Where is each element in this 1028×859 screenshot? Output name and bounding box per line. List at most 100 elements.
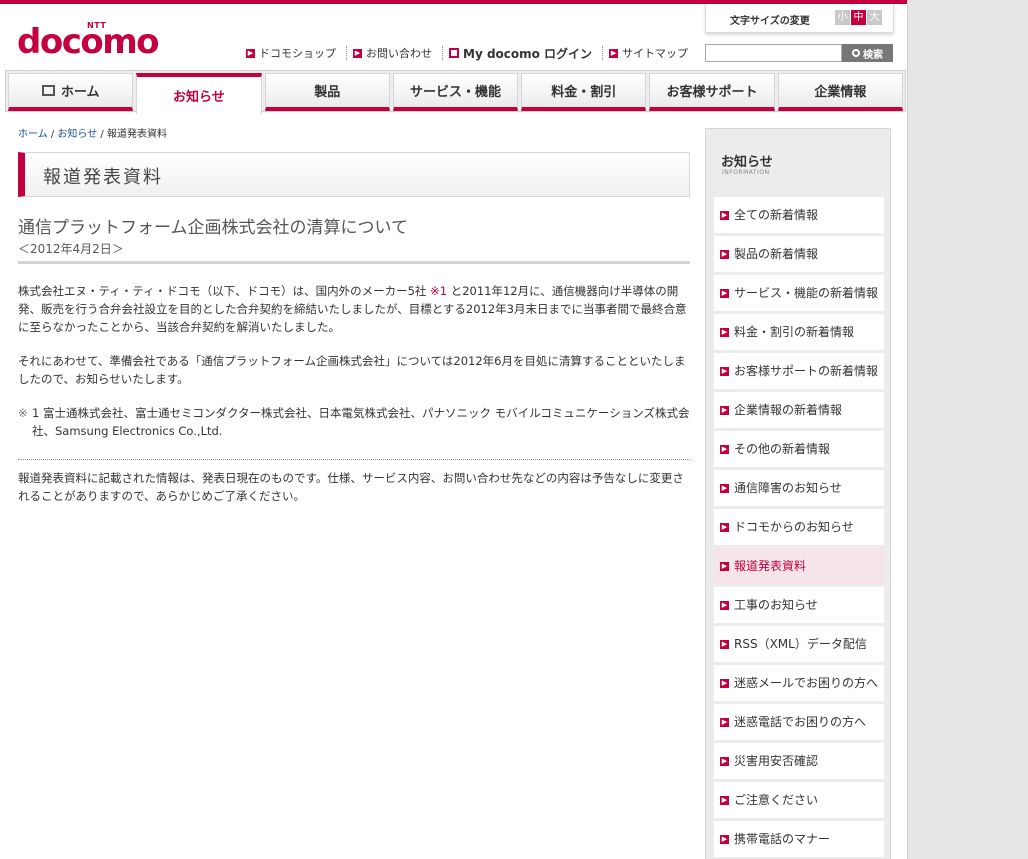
sidebar: お知らせ INFORMATION ▶ 全ての新着情報 ▶ 製品の新着情報 ▶ サービス・機…	[705, 128, 891, 859]
nav-tab-label: お知らせ	[173, 90, 225, 105]
docomo-logo[interactable]: NTT docomo	[17, 21, 160, 62]
arrow-right-icon: ▶	[720, 250, 729, 259]
font-size-medium-button[interactable]: 中	[851, 10, 866, 25]
sidebar-item[interactable]: ▶ 迷惑メールでお困りの方へ	[714, 665, 884, 704]
search-input[interactable]	[705, 44, 842, 62]
arrow-right-icon: ▶	[720, 289, 729, 298]
sidebar-subtitle: INFORMATION	[722, 169, 770, 176]
sidebar-item[interactable]: ▶ 製品の新着情報	[714, 236, 884, 275]
nav-tab-label: お客様サポート	[666, 85, 758, 100]
util-link-label: お問い合わせ	[366, 47, 432, 60]
sidebar-item-label: 工事のお知らせ	[734, 598, 818, 612]
sidebar-item-label: 迷惑メールでお困りの方へ	[734, 676, 879, 690]
sidebar-item-label: 携帯電話のマナー	[734, 832, 831, 846]
page-title: 報道発表資料	[43, 167, 163, 188]
article-paragraph-1: 株式会社エヌ・ティ・ティ・ドコモ（以下、ドコモ）は、国内外のメーカー5社 ※1 …	[18, 282, 690, 336]
util-link-mydocomo-login[interactable]: My docomo ログイン	[443, 46, 604, 61]
sidebar-item-label: 料金・割引の新着情報	[734, 325, 855, 339]
arrow-right-icon: ▶	[720, 679, 729, 688]
search-icon	[852, 49, 860, 57]
util-link-shop[interactable]: ▶ ドコモショップ	[240, 46, 347, 60]
sidebar-header: お知らせ INFORMATION	[706, 129, 890, 196]
sidebar-item[interactable]: ▶ 携帯電話のマナー	[714, 821, 884, 859]
sidebar-item[interactable]: ▶ その他の新着情報	[714, 431, 884, 470]
sidebar-list: ▶ 全ての新着情報 ▶ 製品の新着情報 ▶ サービス・機能の新着情報 ▶ 料金・割引の新着情報…	[714, 197, 884, 859]
sidebar-item[interactable]: ▶ 通信障害のお知らせ	[714, 470, 884, 509]
sidebar-item[interactable]: ▶ 料金・割引の新着情報	[714, 314, 884, 353]
nav-tab-label: 製品	[314, 85, 341, 100]
sidebar-item[interactable]: ▶ 迷惑電話でお困りの方へ	[714, 704, 884, 743]
sidebar-item[interactable]: ▶ ドコモからのお知らせ	[714, 509, 884, 548]
nav-tab-label: 料金・割引	[551, 85, 617, 100]
breadcrumb-home-link[interactable]: ホーム	[18, 129, 48, 140]
footnote-text: 1 富士通株式会社、富士通セミコンダクター株式会社、日本電気株式会社、パナソニッ…	[32, 406, 690, 438]
sidebar-item-label: 通信障害のお知らせ	[734, 481, 842, 495]
font-size-large-button[interactable]: 大	[867, 10, 882, 25]
arrow-right-icon: ▶	[720, 406, 729, 415]
sidebar-item-label: ご注意ください	[734, 793, 819, 807]
article-body: 株式会社エヌ・ティ・ティ・ドコモ（以下、ドコモ）は、国内外のメーカー5社 ※ 1 …	[18, 282, 690, 440]
util-link-label: ドコモショップ	[259, 47, 336, 60]
sidebar-item[interactable]: ▶ 報道発表資料	[714, 548, 884, 587]
util-link-label: サイトマップ	[622, 47, 689, 60]
sidebar-item-label: その他の新着情報	[734, 442, 831, 456]
arrow-right-icon: ▶	[720, 211, 729, 220]
util-link-sitemap[interactable]: ▶ サイトマップ	[603, 46, 698, 60]
nav-tab-news[interactable]: お知らせ	[136, 73, 262, 114]
font-size-switcher: 文字サイズの変更 小 中 大	[705, 4, 894, 33]
search-button-label: 検索	[863, 49, 883, 61]
nav-tab-support[interactable]: お客様サポート	[649, 73, 775, 111]
page: NTT docomo 文字サイズの変更 小 中 大 ▶ ドコモショップ ▶ お問…	[0, 0, 908, 859]
article-title: 通信プラットフォーム企画株式会社の清算について	[18, 218, 408, 238]
utility-nav: ▶ ドコモショップ ▶ お問い合わせ My docomo ログイン ▶ サイトマ…	[240, 46, 698, 61]
site-search: 検索	[705, 44, 893, 62]
sidebar-item[interactable]: ▶ 災害用安否確認	[714, 743, 884, 782]
arrow-right-icon: ▶	[720, 445, 729, 454]
sidebar-item-label: ドコモからのお知らせ	[734, 520, 854, 534]
sidebar-item[interactable]: ▶ 全ての新着情報	[714, 197, 884, 236]
font-size-label: 文字サイズの変更	[730, 16, 810, 27]
breadcrumb: ホーム / お知らせ / 報道発表資料	[18, 125, 167, 140]
sidebar-title: お知らせ	[721, 155, 773, 170]
sidebar-item[interactable]: ▶ ご注意ください	[714, 782, 884, 821]
home-icon	[41, 85, 55, 96]
sidebar-item-label: 製品の新着情報	[734, 247, 819, 261]
nav-tab-products[interactable]: 製品	[264, 73, 390, 111]
nav-tab-label: サービス・機能	[409, 85, 501, 100]
util-link-contact[interactable]: ▶ お問い合わせ	[347, 46, 443, 60]
article-header: 通信プラットフォーム企画株式会社の清算について ＜2012年4月2日＞	[18, 213, 690, 264]
sidebar-item[interactable]: ▶ サービス・機能の新着情報	[714, 275, 884, 314]
nav-tab-label: ホーム	[60, 85, 100, 100]
breadcrumb-separator: /	[97, 129, 107, 140]
mydocomo-icon	[449, 48, 459, 58]
arrow-right-icon: ▶	[720, 523, 729, 532]
footnote-ref-link[interactable]: ※1	[430, 284, 447, 298]
nav-tab-pricing[interactable]: 料金・割引	[521, 73, 647, 111]
breadcrumb-current: 報道発表資料	[106, 129, 167, 140]
breadcrumb-news-link[interactable]: お知らせ	[57, 129, 97, 140]
arrow-right-icon: ▶	[720, 562, 729, 571]
util-link-label: My docomo ログイン	[463, 46, 593, 61]
nav-tab-home[interactable]: ホーム	[8, 73, 134, 111]
arrow-right-icon: ▶	[720, 835, 729, 844]
logo-ntt: NTT	[87, 21, 107, 30]
sidebar-item-label: 全ての新着情報	[734, 208, 819, 222]
sidebar-item-label: 報道発表資料	[734, 559, 807, 573]
arrow-right-icon: ▶	[720, 640, 729, 649]
sidebar-item[interactable]: ▶ 企業情報の新着情報	[714, 392, 884, 431]
paragraph-text: 株式会社エヌ・ティ・ティ・ドコモ（以下、ドコモ）は、国内外のメーカー5社	[18, 284, 431, 298]
sidebar-item[interactable]: ▶ RSS（XML）データ配信	[714, 626, 884, 665]
nav-tab-services[interactable]: サービス・機能	[392, 73, 519, 111]
global-nav: ホーム お知らせ 製品 サービス・機能 料金・割引 お客様サポート 企業情報	[5, 70, 906, 114]
article-date: ＜2012年4月2日＞	[18, 242, 124, 256]
sidebar-item[interactable]: ▶ 工事のお知らせ	[714, 587, 884, 626]
arrow-right-icon: ▶	[720, 796, 729, 805]
sidebar-item-label: 迷惑電話でお困りの方へ	[734, 715, 867, 729]
search-button[interactable]: 検索	[842, 44, 893, 62]
font-size-small-button[interactable]: 小	[835, 10, 850, 25]
sidebar-item-label: 企業情報の新着情報	[734, 403, 843, 417]
nav-tab-corporate[interactable]: 企業情報	[777, 73, 903, 111]
arrow-right-icon: ▶	[353, 48, 362, 58]
sidebar-item[interactable]: ▶ お客様サポートの新着情報	[714, 353, 884, 392]
arrow-right-icon: ▶	[609, 48, 619, 58]
